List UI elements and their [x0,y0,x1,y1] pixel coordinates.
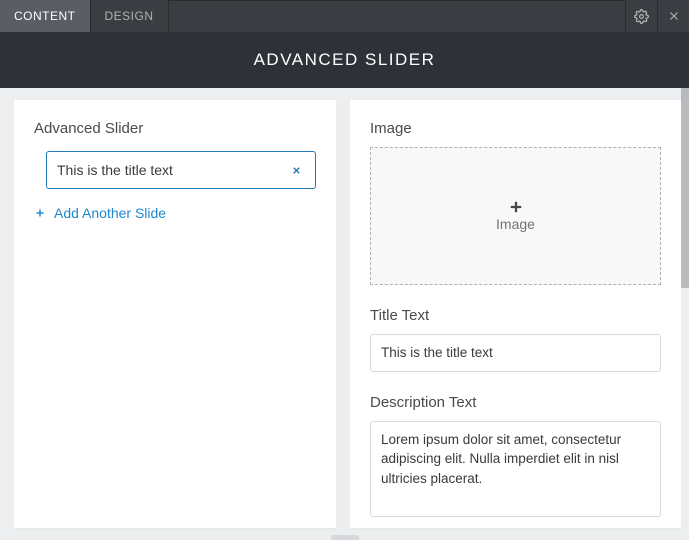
slide-item[interactable]: This is the title text [34,151,316,189]
slide-title-field[interactable]: This is the title text [46,151,316,189]
slides-panel-title: Advanced Slider [34,120,316,137]
settings-button[interactable] [625,0,657,32]
tab-design[interactable]: DESIGN [91,0,169,32]
tabs: CONTENT DESIGN [0,0,169,32]
image-upload-area[interactable]: Image [370,147,661,285]
description-text-input[interactable] [370,421,661,517]
add-slide-label: Add Another Slide [54,205,166,221]
tab-content[interactable]: CONTENT [0,0,91,32]
scrollbar-thumb[interactable] [681,88,689,288]
slide-editor-panel: Image Image Title Text Description Text [350,100,681,528]
close-icon [667,9,681,23]
image-field-label: Image [370,120,661,137]
image-drop-label: Image [496,216,535,232]
add-slide-button[interactable]: Add Another Slide [34,205,166,221]
x-icon [291,165,302,176]
plus-icon [34,207,46,219]
page-title: ADVANCED SLIDER [0,32,689,88]
plus-icon [509,200,523,214]
remove-slide-button[interactable] [287,165,305,176]
close-button[interactable] [657,0,689,32]
gear-icon [634,9,649,24]
title-text-input[interactable] [370,334,661,372]
title-field-label: Title Text [370,307,661,324]
scrollbar-track[interactable] [681,88,689,540]
slides-panel: Advanced Slider This is the title text [14,100,336,528]
description-field-label: Description Text [370,394,661,411]
resize-grip[interactable] [331,535,359,540]
slide-title-text: This is the title text [57,162,287,178]
top-bar: CONTENT DESIGN [0,0,689,32]
